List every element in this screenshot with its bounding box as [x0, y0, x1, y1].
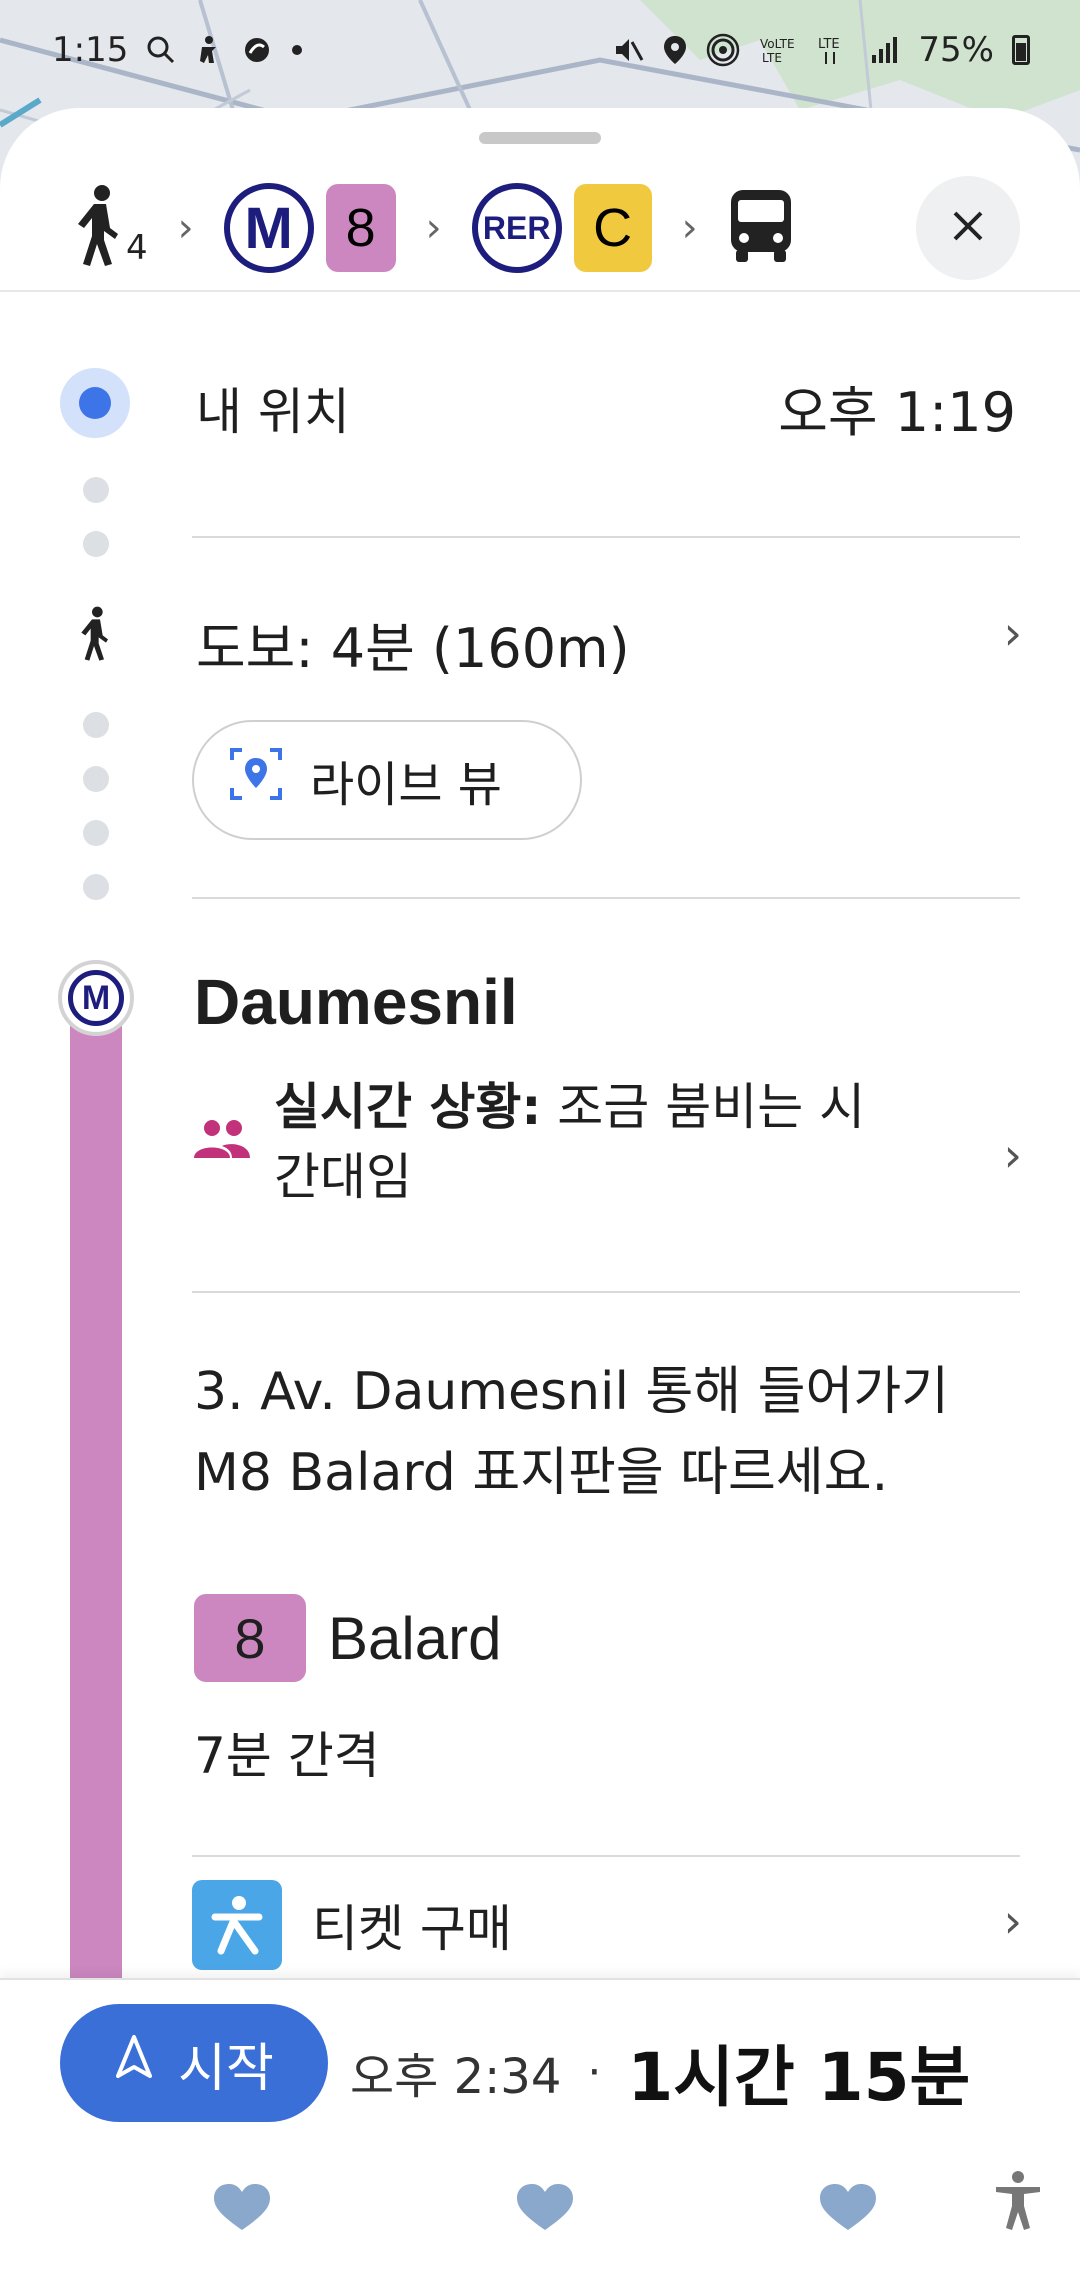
timeline-dot [83, 477, 109, 503]
station-metro-icon: M [58, 960, 134, 1036]
svg-text:VoLTE: VoLTE [760, 37, 795, 51]
live-view-icon [228, 746, 284, 814]
system-nav-bar [0, 2170, 1080, 2270]
accessibility-status-icon [194, 35, 224, 65]
trip-summary: 오후 2:34 · 1시간 15분 [350, 2024, 970, 2120]
start-button[interactable]: 시작 [60, 2004, 328, 2122]
my-location-marker-icon [60, 368, 130, 438]
timeline-dot [83, 874, 109, 900]
notification-dot-icon [290, 43, 304, 57]
ticket-app-icon [192, 1880, 282, 1970]
battery-percent: 75% [918, 30, 994, 70]
timeline-dot [83, 820, 109, 846]
timeline-dot [83, 531, 109, 557]
close-icon [951, 209, 985, 247]
accessibility-icon[interactable] [992, 2170, 1044, 2236]
crowd-status-text: 실시간 상황: 조금 붐비는 시간대임 [274, 1078, 866, 1206]
header-divider [0, 290, 1080, 292]
lte-icon: LTE [816, 34, 852, 66]
frequency-text: 7분 간격 [194, 1727, 380, 1785]
metro-logo-icon: M [223, 183, 314, 273]
buy-ticket-row[interactable]: 티켓 구매 [192, 1880, 512, 1970]
bottom-action-bar: 시작 오후 2:34 · 1시간 15분 [0, 1978, 1080, 2280]
status-time: 1:15 [52, 30, 129, 70]
search-icon [146, 35, 176, 65]
chevron-right-icon: › [177, 205, 194, 251]
metro-line-bar [70, 1010, 122, 1980]
heart-icon[interactable] [818, 2182, 878, 2236]
buy-ticket-label: 티켓 구매 [312, 1900, 512, 1958]
divider [192, 1855, 1020, 1857]
signal-icon [870, 35, 900, 65]
my-location-label: 내 위치 [196, 383, 350, 441]
heart-icon[interactable] [515, 2182, 575, 2236]
chevron-right-icon: › [425, 205, 442, 251]
walk-segment: 4 [72, 184, 148, 272]
metro-line-badge: 8 [325, 184, 396, 272]
station-name: Daumesnil [194, 966, 518, 1038]
rer-logo-icon: RER [471, 183, 562, 273]
divider [192, 1291, 1020, 1293]
drag-handle[interactable] [479, 132, 601, 144]
navigation-arrow-icon [114, 2033, 154, 2093]
my-location-time: 오후 1:19 [778, 381, 1016, 444]
status-bar: 1:15 VoLTE LTE LTE 75% [0, 0, 1080, 100]
mute-icon [612, 34, 644, 66]
people-icon [192, 1118, 252, 1166]
arrival-time: 오후 2:34 [350, 2049, 562, 2105]
chevron-right-icon: › [1003, 606, 1022, 660]
trip-duration: 1시간 15분 [627, 2039, 971, 2116]
chevron-right-icon[interactable]: › [1004, 1128, 1022, 1182]
chevron-right-icon[interactable]: › [1004, 1894, 1022, 1948]
heart-icon[interactable] [212, 2182, 272, 2236]
divider [192, 897, 1020, 899]
volte-icon: VoLTE LTE [758, 34, 798, 66]
hotspot-icon [706, 33, 740, 67]
destination-name: Balard [328, 1604, 502, 1672]
crowd-status-row[interactable]: 실시간 상황: 조금 붐비는 시간대임 [192, 1072, 894, 1212]
svg-text:LTE: LTE [762, 51, 782, 65]
svg-text:LTE: LTE [818, 37, 840, 52]
walking-person-icon [74, 606, 114, 666]
location-status-icon [662, 34, 688, 66]
timeline-dot [83, 766, 109, 792]
close-button[interactable] [916, 176, 1020, 280]
walk-minutes: 4 [126, 228, 148, 268]
rer-line-badge: C [573, 184, 652, 272]
entrance-directions: 3. Av. Daumesnil 통해 들어가기 M8 Balard 표지판을 … [194, 1362, 950, 1503]
route-summary[interactable]: 4 › M 8 › RER C › [0, 166, 1080, 290]
chevron-right-icon: › [681, 205, 698, 251]
battery-icon [1012, 35, 1030, 65]
live-view-button[interactable]: 라이브 뷰 [192, 720, 582, 840]
walk-step-text: 도보: 4분 (160m) [196, 617, 630, 680]
timeline-dot [83, 712, 109, 738]
departure-row: 8 Balard [194, 1594, 501, 1682]
separator: · [587, 2046, 602, 2098]
divider [192, 536, 1020, 538]
live-view-label: 라이브 뷰 [310, 757, 502, 813]
metro-line-badge: 8 [194, 1594, 306, 1682]
app-status-icon [242, 35, 272, 65]
walking-person-icon [72, 184, 122, 272]
start-label: 시작 [178, 2038, 274, 2099]
bus-icon [728, 188, 794, 268]
